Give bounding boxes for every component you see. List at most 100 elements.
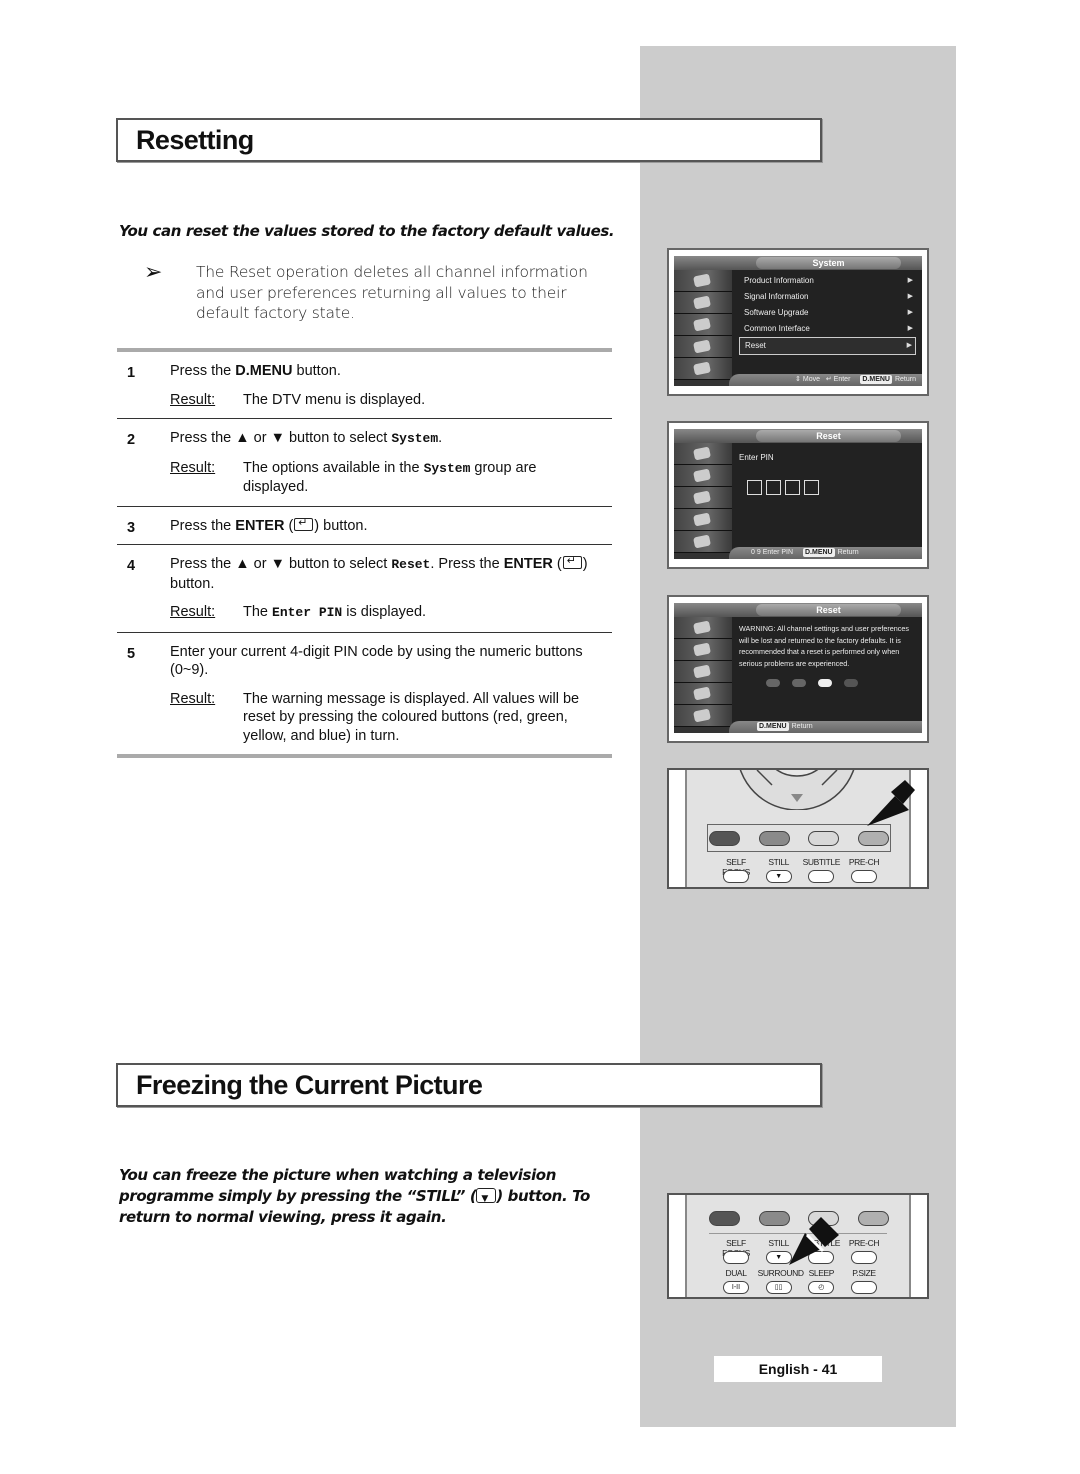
hint-bar: 0 9 Enter PIN D.MENU Return	[729, 547, 922, 559]
step-result: Result: The options available in the Syst…	[170, 459, 612, 497]
result-part: is displayed.	[342, 604, 427, 620]
arrow-note-icon: ➢	[144, 259, 163, 284]
setup-icon	[674, 661, 732, 683]
setup-icon	[674, 314, 732, 336]
instr-text: . Press the	[430, 556, 504, 572]
still-button[interactable]: ▼	[765, 870, 792, 883]
result-label: Result:	[170, 690, 216, 707]
menu-title: System	[756, 257, 901, 269]
instr-text: Press the ▲ or ▼ button to select	[170, 430, 392, 446]
pre-ch-button[interactable]	[850, 870, 877, 883]
dual-button[interactable]: I-II	[723, 1281, 749, 1294]
red-button-indicator	[766, 679, 780, 687]
blue-button[interactable]	[857, 831, 889, 846]
blue-button-indicator	[844, 679, 858, 687]
tv-screenshot-system-menu: System Product Information ▶ Signal Infor…	[667, 248, 929, 396]
title-bar: Reset	[674, 429, 922, 443]
pin-digit-box[interactable]	[747, 480, 762, 495]
menu-item[interactable]: Software Upgrade ▶	[739, 305, 916, 321]
result-label: Result:	[170, 391, 216, 408]
p-size-button[interactable]	[850, 1281, 877, 1294]
green-button-indicator	[792, 679, 806, 687]
step-instruction: Press the ▲ or ▼ button to select Reset.…	[170, 552, 604, 593]
tv-screenshot-reset-warning: Reset WARNING: All channel settings and …	[667, 595, 929, 743]
dpad-icon	[739, 770, 855, 810]
hint-bar: D.MENU Return	[729, 721, 922, 733]
menu-item-label: Product Information	[744, 276, 814, 285]
title-bar: Reset	[674, 603, 922, 617]
result-label: Result:	[170, 459, 216, 476]
freezing-intro: You can freeze the picture when watching…	[119, 1165, 619, 1228]
enter-button-label: ENTER	[235, 517, 285, 534]
step-instruction: Press the D.MENU button.	[170, 362, 604, 381]
step-result: Result: The DTV menu is displayed.	[170, 391, 612, 410]
instr-text: button.	[292, 363, 341, 379]
warning-message: WARNING: All channel settings and user p…	[739, 624, 909, 668]
arrow-right-icon: ▶	[907, 277, 913, 284]
instr-text: button.	[170, 575, 215, 592]
language-icon	[674, 509, 732, 531]
resetting-intro: You can reset the values stored to the f…	[119, 222, 615, 240]
hint-move: Move	[802, 376, 820, 383]
arrow-right-icon: ▶	[907, 325, 913, 332]
menu-category-icons	[674, 617, 732, 733]
hint-enter: Enter	[833, 376, 851, 383]
result-part: The options available in the	[243, 459, 424, 476]
surround-button[interactable]: ▯▯	[765, 1281, 792, 1294]
digit-keys-icon: 0 9	[751, 549, 761, 556]
instr-text: Press the ▲ or ▼ button to select	[170, 556, 392, 572]
arrow-right-icon: ▶	[906, 342, 912, 349]
hint-return: Return	[894, 376, 916, 383]
menu-item-label: Signal Information	[744, 292, 809, 301]
arrow-right-icon: ▶	[907, 309, 913, 316]
dmenu-button-label: D.MENU	[235, 363, 293, 379]
menu-item-label: Software Upgrade	[744, 308, 809, 317]
pin-digit-box[interactable]	[785, 480, 800, 495]
menu-item[interactable]: Product Information ▶	[739, 273, 916, 289]
yellow-button-indicator	[818, 679, 832, 687]
green-button[interactable]	[758, 831, 790, 846]
program-icon	[674, 443, 732, 465]
pin-digit-box[interactable]	[804, 480, 819, 495]
tv-screen: Reset WARNING: All channel settings and …	[674, 603, 922, 733]
red-button[interactable]	[709, 1211, 740, 1226]
blue-button[interactable]	[857, 1211, 889, 1226]
guide-icon	[674, 639, 732, 661]
menu-item-selected[interactable]: Reset ▶	[739, 337, 916, 355]
enter-icon: ↵	[825, 376, 832, 383]
red-button[interactable]	[709, 831, 740, 846]
green-button[interactable]	[758, 1211, 790, 1226]
sleep-label: SLEEP	[808, 1268, 835, 1278]
step-instruction: Press the ▲ or ▼ button to select System…	[170, 429, 604, 449]
pre-ch-button[interactable]	[850, 1251, 877, 1264]
tv-screen: System Product Information ▶ Signal Infor…	[674, 256, 922, 386]
dual-label: DUAL	[725, 1268, 747, 1278]
menu-item[interactable]: Common Interface ▶	[739, 321, 916, 337]
color-buttons	[766, 679, 916, 691]
pin-boxes[interactable]	[747, 480, 916, 497]
pin-digit-box[interactable]	[766, 480, 781, 495]
section-header-resetting: Resetting	[116, 118, 822, 162]
sleep-button[interactable]: ◴	[808, 1281, 835, 1294]
result-text: The options available in the System grou…	[243, 459, 612, 497]
yellow-button[interactable]	[808, 831, 840, 846]
subtitle-button[interactable]	[808, 870, 835, 883]
hint-return: Return	[837, 549, 859, 556]
program-icon	[674, 617, 732, 639]
dmenu-badge: D.MENU	[757, 722, 789, 731]
menu-category-icons	[674, 270, 732, 386]
self-focus-button[interactable]	[723, 870, 749, 883]
step: 2 Press the ▲ or ▼ button to select Syst…	[117, 419, 612, 507]
hint-return: Return	[791, 723, 813, 730]
result-part: The	[243, 604, 273, 620]
hint-enter-pin: Enter PIN	[762, 549, 794, 556]
page-number: English - 41	[714, 1356, 882, 1382]
step: 5 Enter your current 4-digit PIN code by…	[117, 633, 612, 755]
self-focus-button[interactable]	[723, 1251, 749, 1264]
enter-button-label: ENTER	[503, 556, 553, 572]
step-number: 3	[127, 519, 136, 536]
hint-bar: ⇕ Move ↵ Enter D.MENU Return	[729, 374, 922, 386]
menu-title: Reset	[756, 430, 901, 442]
menu-item[interactable]: Signal Information ▶	[739, 289, 916, 305]
tv-screenshot-enter-pin: Reset Enter PIN 0 9 Enter PIN D.MENU Retu…	[667, 421, 929, 569]
